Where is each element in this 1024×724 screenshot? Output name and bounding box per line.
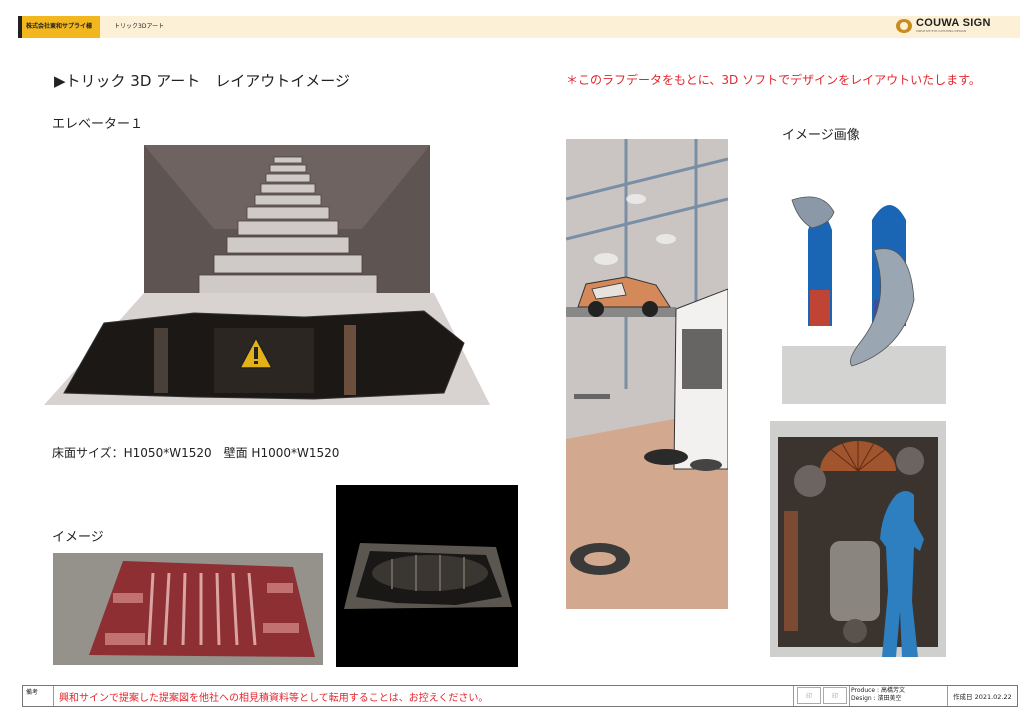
created-date: 作成日 2021.02.22 [953, 693, 1012, 701]
stair-sketch-image [44, 145, 490, 405]
client-name: 株式会社東和サプライ様 [25, 23, 92, 30]
machinery-reference-image [770, 421, 946, 657]
section-image-label: イメージ [52, 530, 104, 545]
footer-divider [849, 686, 850, 706]
parking-sketch-image [566, 139, 728, 609]
logo-text: COUWA SIGN [916, 17, 991, 29]
header-bar: 株式会社東和サプライ様 トリック3Dアート COUWA SIGN CREATIV… [18, 16, 1020, 38]
footer-divider [53, 686, 54, 706]
approval-stamp-box: 印 [797, 687, 821, 704]
company-logo: COUWA SIGN CREATIVE EYE-CATCHING DESIGN [896, 17, 1014, 37]
floor-art-photo [53, 553, 323, 665]
footer-divider [947, 686, 948, 706]
dolphin-reference-image [782, 196, 946, 404]
logo-subtext: CREATIVE EYE-CATCHING DESIGN [916, 29, 967, 33]
size-spec: 床面サイズ：H1050*W1520 壁面 H1000*W1520 [52, 446, 340, 460]
produce-line: Produce : 高橋芳文 [851, 687, 905, 694]
footer-divider [793, 686, 794, 706]
section-elevator-label: エレベーター１ [52, 117, 144, 132]
dark-render-image [336, 485, 518, 667]
footer-label: 備考 [26, 689, 39, 696]
page-title: ▶トリック 3D アート レイアウトイメージ [54, 72, 350, 90]
design-line: Design : 濱田美空 [851, 695, 902, 702]
client-tag: 株式会社東和サプライ様 [18, 16, 100, 38]
approval-stamp-box: 印 [823, 687, 847, 704]
footer-note: 興和サインで提案した提案図を他社への相見積資料等として転用することは、お控えくだ… [59, 693, 489, 704]
design-note: ＊このラフデータをもとに、3D ソフトでデザインをレイアウトいたします。 [566, 73, 981, 87]
project-name: トリック3Dアート [114, 23, 165, 30]
footer-bar: 備考 興和サインで提案した提案図を他社への相見積資料等として転用することは、お控… [22, 685, 1018, 707]
producer-credit: Produce : 高橋芳文 Design : 濱田美空 [851, 687, 905, 703]
logo-mark-icon [896, 19, 912, 33]
section-reference-label: イメージ画像 [782, 128, 860, 143]
